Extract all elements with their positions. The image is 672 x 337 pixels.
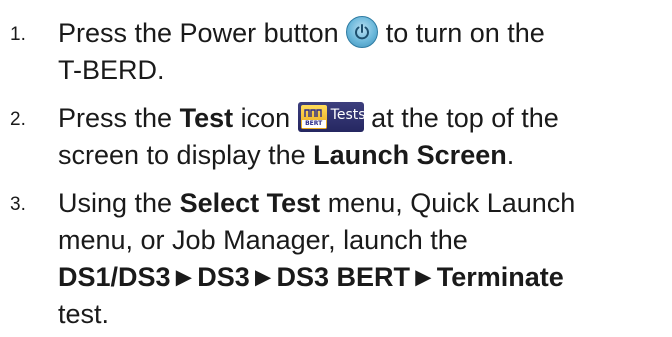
step-number: 3. xyxy=(10,194,26,215)
step-line: screen to display the Launch Screen. xyxy=(58,140,515,170)
step-line: T-BERD. xyxy=(58,55,165,85)
step-text: Press the Power button to turn on the T-… xyxy=(58,15,668,89)
test-glyph: BERT xyxy=(300,105,327,129)
step-number: 1. xyxy=(10,24,26,45)
step-line: menu, or Job Manager, launch the xyxy=(58,225,468,255)
step-text: Press the Test icon BERT Tests at the to… xyxy=(58,100,668,174)
step-line: test. xyxy=(58,299,110,329)
step-text: Using the Select Test menu, Quick Launch… xyxy=(58,185,668,333)
power-icon xyxy=(346,16,379,48)
step-line: Press the Power button to turn on the xyxy=(58,16,545,48)
step-line: Press the Test icon BERT Tests at the to… xyxy=(58,102,559,133)
step-number: 2. xyxy=(10,109,26,130)
step-line: Using the Select Test menu, Quick Launch xyxy=(58,188,576,218)
step-line: DS1/DS3►DS3►DS3 BERT►Terminate xyxy=(58,262,564,292)
test-icon: BERT Tests xyxy=(297,102,366,132)
